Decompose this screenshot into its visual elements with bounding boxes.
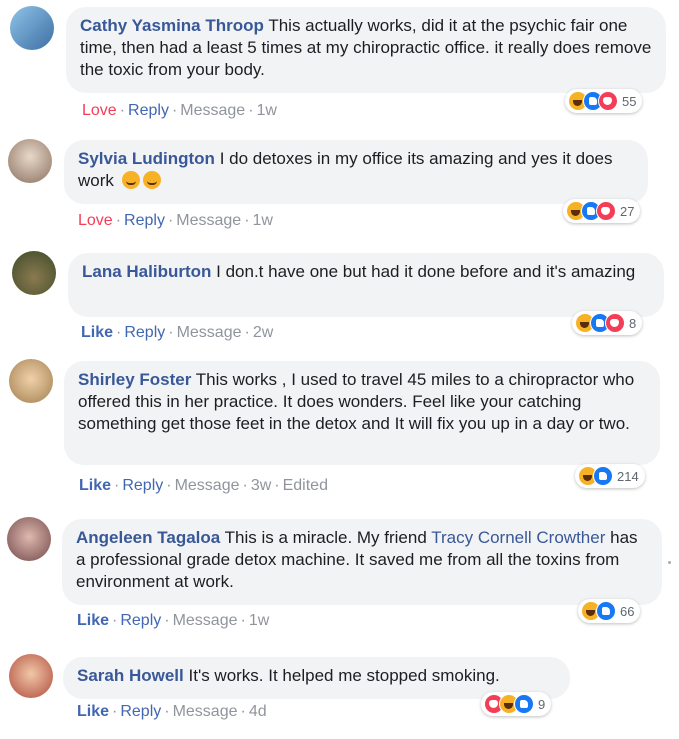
comment-actions: Like · Reply · Message · 1w bbox=[77, 612, 270, 629]
timestamp[interactable]: 1w bbox=[253, 212, 273, 229]
avatar[interactable] bbox=[9, 654, 53, 698]
message-link[interactable]: Message bbox=[177, 324, 242, 341]
reaction-summary[interactable]: 9 bbox=[481, 692, 552, 716]
avatar[interactable] bbox=[12, 251, 56, 295]
comment-text: It's works. It helped me stopped smoking… bbox=[188, 666, 500, 685]
message-link[interactable]: Message bbox=[176, 212, 241, 229]
avatar[interactable] bbox=[7, 517, 51, 561]
timestamp[interactable]: 3w bbox=[251, 477, 271, 494]
comment-author[interactable]: Lana Haliburton bbox=[82, 262, 211, 281]
reply-button[interactable]: Reply bbox=[120, 703, 161, 720]
message-link[interactable]: Message bbox=[175, 477, 240, 494]
timestamp[interactable]: 4d bbox=[249, 703, 267, 720]
love-reaction-icon bbox=[596, 201, 616, 221]
reaction-summary[interactable]: 27 bbox=[563, 199, 641, 223]
comment-author[interactable]: Cathy Yasmina Throop bbox=[80, 16, 264, 35]
reply-button[interactable]: Reply bbox=[124, 324, 165, 341]
like-button[interactable]: Like bbox=[77, 612, 109, 629]
avatar[interactable] bbox=[9, 359, 53, 403]
comment-text-start: This is a miracle. My friend bbox=[224, 528, 427, 547]
like-button[interactable]: Like bbox=[79, 477, 111, 494]
comment-actions: Like · Reply · Message · 4d bbox=[77, 703, 267, 720]
love-reaction-icon bbox=[605, 313, 625, 333]
comment-bubble: Angeleen Tagaloa This is a miracle. My f… bbox=[62, 519, 662, 605]
reply-button[interactable]: Reply bbox=[128, 102, 169, 119]
comment-actions: Love · Reply · Message · 1w bbox=[78, 212, 273, 229]
like-button[interactable]: Like bbox=[77, 703, 109, 720]
comment-author[interactable]: Angeleen Tagaloa bbox=[76, 528, 220, 547]
like-reaction-icon bbox=[596, 601, 616, 621]
reply-button[interactable]: Reply bbox=[120, 612, 161, 629]
reply-button[interactable]: Reply bbox=[122, 477, 163, 494]
mention-link[interactable]: Tracy Cornell Crowther bbox=[431, 528, 605, 547]
reaction-count: 214 bbox=[617, 468, 639, 484]
comment-actions: Like · Reply · Message · 3w · Edited bbox=[79, 477, 328, 494]
timestamp[interactable]: 1w bbox=[257, 102, 277, 119]
message-link[interactable]: Message bbox=[180, 102, 245, 119]
comment-bubble: Cathy Yasmina Throop This actually works… bbox=[66, 7, 666, 93]
edited-label[interactable]: Edited bbox=[283, 477, 328, 494]
comment-text: I don.t have one but had it done before … bbox=[216, 262, 636, 281]
reaction-summary[interactable]: 8 bbox=[572, 311, 643, 335]
like-reaction-icon bbox=[514, 694, 534, 714]
comment-bubble: Lana Haliburton I don.t have one but had… bbox=[68, 253, 664, 317]
timestamp[interactable]: 2w bbox=[253, 324, 273, 341]
reaction-summary[interactable]: 55 bbox=[565, 89, 643, 113]
reply-button[interactable]: Reply bbox=[124, 212, 165, 229]
message-link[interactable]: Message bbox=[173, 703, 238, 720]
avatar[interactable] bbox=[8, 139, 52, 183]
smiling-face-icon bbox=[121, 171, 140, 189]
love-button[interactable]: Love bbox=[78, 212, 113, 229]
reaction-summary[interactable]: 66 bbox=[578, 599, 641, 623]
love-button[interactable]: Love bbox=[82, 102, 117, 119]
winking-face-icon bbox=[142, 171, 161, 189]
timestamp[interactable]: 1w bbox=[249, 612, 269, 629]
comment-actions: Like · Reply · Message · 2w bbox=[81, 324, 274, 341]
reaction-count: 9 bbox=[538, 696, 546, 712]
comment-bubble: Shirley Foster This works , I used to tr… bbox=[64, 361, 660, 465]
reaction-count: 66 bbox=[620, 603, 635, 619]
like-reaction-icon bbox=[593, 466, 613, 486]
comment-author[interactable]: Sarah Howell bbox=[77, 666, 184, 685]
message-link[interactable]: Message bbox=[173, 612, 238, 629]
comment-author[interactable]: Shirley Foster bbox=[78, 370, 191, 389]
reaction-summary[interactable]: 214 bbox=[575, 464, 645, 488]
like-button[interactable]: Like bbox=[81, 324, 113, 341]
overflow-indicator bbox=[668, 561, 671, 564]
comment-author[interactable]: Sylvia Ludington bbox=[78, 149, 215, 168]
love-reaction-icon bbox=[598, 91, 618, 111]
comment-bubble: Sylvia Ludington I do detoxes in my offi… bbox=[64, 140, 648, 204]
reaction-count: 27 bbox=[620, 203, 635, 219]
reaction-count: 55 bbox=[622, 93, 637, 109]
reaction-count: 8 bbox=[629, 315, 637, 331]
comment-actions: Love · Reply · Message · 1w bbox=[82, 102, 277, 119]
avatar[interactable] bbox=[10, 6, 54, 50]
